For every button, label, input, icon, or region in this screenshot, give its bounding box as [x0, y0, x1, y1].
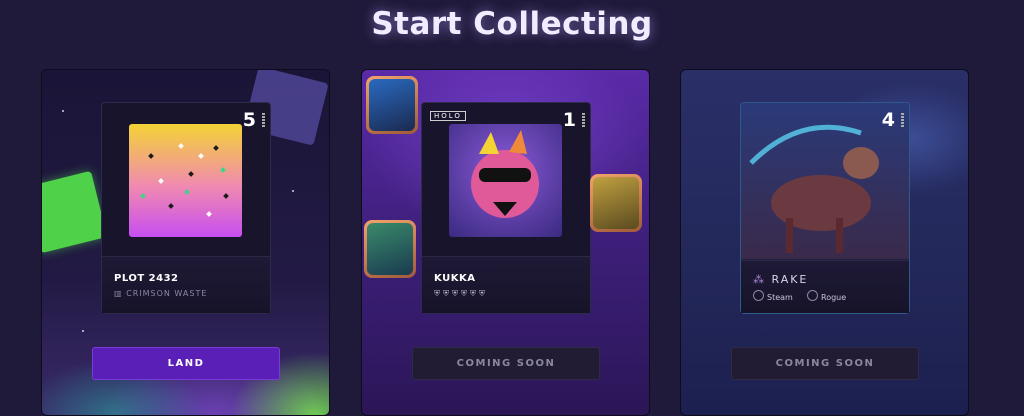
- card-count: 4: [881, 109, 895, 131]
- ability-icons: ⛨⛨⛨⛨⛨⛨: [434, 289, 488, 298]
- champion-art: [449, 124, 562, 237]
- creature-card[interactable]: 4 ⁂ RAKE Steam Rogue: [740, 102, 910, 314]
- steam-icon: [753, 290, 764, 301]
- land-card[interactable]: 5 PLOT 2432 ▥ CRIMSON WASTE: [101, 102, 271, 314]
- champion-badge: [590, 174, 642, 232]
- plot-pattern: [140, 143, 229, 217]
- card-footer: [102, 256, 270, 313]
- card-footer: [741, 260, 909, 313]
- card-name: ⁂ RAKE: [753, 273, 808, 286]
- map-icon: ▥: [114, 289, 127, 298]
- rarity-bars: [262, 113, 265, 127]
- champion-card[interactable]: HOLO 1 KUKKA ⛨⛨⛨⛨⛨⛨: [421, 102, 591, 314]
- land-button[interactable]: LAND: [92, 347, 280, 380]
- floating-tile-green: [42, 170, 108, 254]
- star: [82, 330, 84, 332]
- holo-badge: HOLO: [430, 111, 466, 121]
- card-subtitle: ▥ CRIMSON WASTE: [114, 289, 207, 298]
- rarity-bars: [582, 113, 585, 127]
- faction-icon: ⁂: [753, 273, 772, 286]
- coming-soon-button[interactable]: COMING SOON: [731, 347, 919, 380]
- card-count: 5: [242, 109, 256, 131]
- card-count: 1: [562, 109, 576, 131]
- kukka-illustration: [471, 130, 539, 218]
- rarity-bars: [901, 113, 904, 127]
- trait-label: Rogue: [821, 293, 847, 302]
- coming-soon-button[interactable]: COMING SOON: [412, 347, 600, 380]
- card-footer: [422, 256, 590, 313]
- card-name: PLOT 2432: [114, 273, 179, 284]
- star: [292, 190, 294, 192]
- plot-art: [129, 124, 242, 237]
- trait-label: Steam: [767, 293, 793, 302]
- trait-steam: Steam: [753, 290, 793, 302]
- rogue-icon: [807, 290, 818, 301]
- land-panel: 5 PLOT 2432 ▥ CRIMSON WASTE LAND: [41, 69, 330, 416]
- champion-badge: [364, 220, 416, 278]
- star: [62, 110, 64, 112]
- page-title: Start Collecting: [371, 6, 653, 42]
- champion-panel: HOLO 1 KUKKA ⛨⛨⛨⛨⛨⛨ COMING SOON: [361, 69, 650, 416]
- card-name: KUKKA: [434, 273, 476, 284]
- region-label: CRIMSON WASTE: [126, 289, 208, 298]
- creature-name: RAKE: [771, 273, 809, 286]
- trait-rogue: Rogue: [807, 290, 846, 302]
- champion-badge: [366, 76, 418, 134]
- creature-panel: 4 ⁂ RAKE Steam Rogue COMING SOON: [680, 69, 969, 416]
